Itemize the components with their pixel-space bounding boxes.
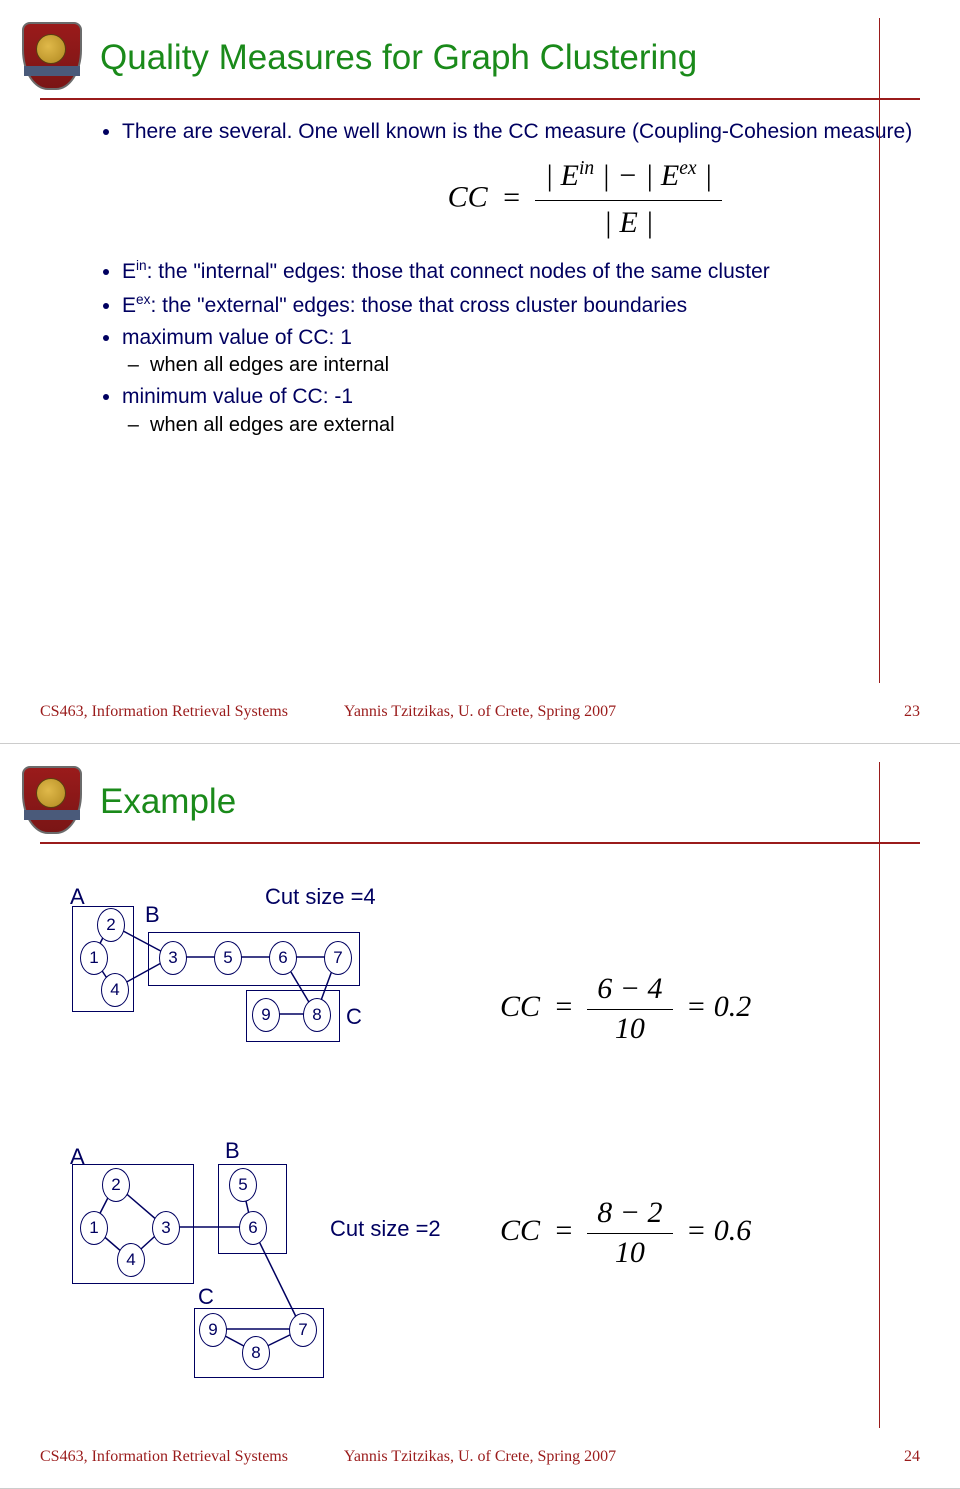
- university-logo: [22, 766, 78, 830]
- sub-bullet: when all edges are internal: [150, 352, 930, 379]
- node-5: 5: [229, 1168, 257, 1202]
- equals-sign: =: [495, 181, 527, 214]
- decor-vline: [879, 18, 880, 683]
- node-6: 6: [239, 1211, 267, 1245]
- slide-title: Example: [100, 764, 930, 834]
- node-8: 8: [303, 998, 331, 1032]
- node-6: 6: [269, 941, 297, 975]
- node-7: 7: [289, 1313, 317, 1347]
- node-4: 4: [117, 1243, 145, 1277]
- node-4: 4: [101, 973, 129, 1007]
- node-5: 5: [214, 941, 242, 975]
- node-3: 3: [152, 1211, 180, 1245]
- diagram-2: A B C 1 2 4 3 5 6 7 8 9 Cut size =2 CC =…: [30, 1124, 930, 1384]
- bullet: Eex: the "external" edges: those that cr…: [122, 291, 930, 320]
- cc-calc-1: CC = 6 − 4 10 = 0.2: [500, 972, 751, 1046]
- bullet-text: There are several. One well known is the…: [122, 120, 912, 143]
- slide-body: There are several. One well known is the…: [100, 118, 930, 439]
- fraction: | Ein | − | Eex | | E |: [535, 156, 722, 243]
- node-9: 9: [199, 1313, 227, 1347]
- footer-left: CS463, Information Retrieval Systems: [40, 703, 288, 721]
- footer-page: 23: [904, 703, 920, 721]
- numerator: | Ein | − | Eex |: [535, 156, 722, 201]
- denominator: | E |: [535, 201, 722, 244]
- diagram-1: A B C 1 2 4 3 5 6 7 8 9 Cut size =4 CC =…: [30, 854, 930, 1064]
- bullet: maximum value of CC: 1 when all edges ar…: [122, 324, 930, 379]
- node-9: 9: [252, 998, 280, 1032]
- node-3: 3: [159, 941, 187, 975]
- node-7: 7: [324, 941, 352, 975]
- university-logo: [22, 22, 78, 86]
- slide-2: Example A B C 1 2 4 3 5 6 7 8 9 Cut si: [0, 744, 960, 1489]
- cc-formula: CC = | Ein | − | Eex | | E |: [240, 156, 930, 243]
- node-2: 2: [102, 1168, 130, 1202]
- slide-title: Quality Measures for Graph Clustering: [100, 20, 930, 90]
- slide-footer: CS463, Information Retrieval Systems Yan…: [40, 703, 920, 721]
- bullet: Ein: the "internal" edges: those that co…: [122, 257, 930, 286]
- node-8: 8: [242, 1336, 270, 1370]
- f-lhs: CC: [448, 181, 488, 214]
- title-rule: [40, 842, 920, 844]
- node-1: 1: [80, 941, 108, 975]
- cc-calc-2: CC = 8 − 2 10 = 0.6: [500, 1196, 751, 1270]
- node-2: 2: [97, 908, 125, 942]
- footer-page: 24: [904, 1448, 920, 1466]
- slide-1: Quality Measures for Graph Clustering Th…: [0, 0, 960, 744]
- sub-bullet: when all edges are external: [150, 412, 930, 439]
- edges-svg: [30, 1124, 450, 1384]
- title-rule: [40, 98, 920, 100]
- node-1: 1: [80, 1211, 108, 1245]
- bullet: minimum value of CC: -1 when all edges a…: [122, 383, 930, 438]
- footer-left: CS463, Information Retrieval Systems: [40, 1448, 288, 1466]
- bullet: There are several. One well known is the…: [122, 118, 930, 146]
- slide-footer: CS463, Information Retrieval Systems Yan…: [40, 1448, 920, 1466]
